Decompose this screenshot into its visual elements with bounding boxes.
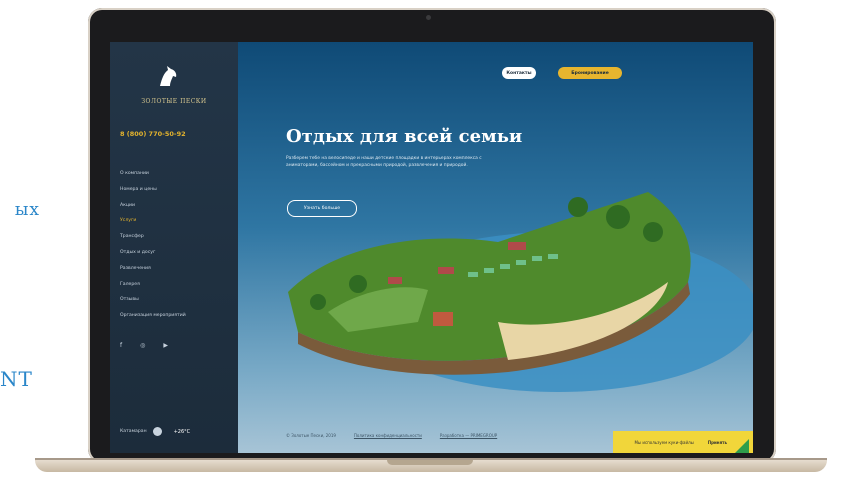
laptop-base — [35, 460, 827, 472]
hero-description: Разберем тебе на велосипеде и наши детск… — [286, 156, 482, 168]
nav-item-gallery[interactable]: Галерея — [120, 282, 186, 299]
corner-decoration — [735, 439, 749, 453]
nav-item-about[interactable]: О компании — [120, 171, 186, 188]
brand-name: ЗОЛОТЫЕ ПЕСКИ — [141, 98, 207, 105]
nav-item-events[interactable]: Организация мероприятий — [120, 313, 186, 330]
background-text-fragment: ых — [14, 200, 40, 220]
sidebar-nav: О компании Номера и цены Акции Услуги Тр… — [120, 171, 186, 330]
hero-section: Контакты Бронирование Отдых для всей сем… — [238, 42, 753, 453]
cookie-text: Мы используем куки-файлы — [634, 439, 694, 445]
nav-item-reviews[interactable]: Отзывы — [120, 298, 186, 314]
booking-button[interactable]: Бронирование — [558, 67, 622, 79]
laptop-screen: ЗОЛОТЫЕ ПЕСКИ 8 (800) 770-50-92 О компан… — [110, 42, 753, 453]
laptop-lid: ЗОЛОТЫЕ ПЕСКИ 8 (800) 770-50-92 О компан… — [88, 8, 776, 463]
developer-link[interactable]: Разработка — PRIMEGROUP — [440, 433, 497, 438]
youtube-icon[interactable]: ▶ — [163, 342, 168, 349]
background-text-fragment: NT — [0, 367, 33, 391]
cookie-banner: Мы используем куки-файлы Принять — [613, 431, 753, 453]
horse-logo-icon — [160, 66, 177, 86]
instagram-icon[interactable]: ◎ — [140, 342, 145, 349]
nav-item-leisure[interactable]: Отдых и досуг — [120, 250, 186, 267]
weather-label: Катамаран — [120, 429, 147, 434]
nav-item-rooms[interactable]: Номера и цены — [120, 187, 186, 204]
laptop-notch — [387, 460, 473, 465]
camera-icon — [426, 15, 431, 20]
copyright-text: © Золотые Пески, 2019 — [286, 433, 336, 438]
temperature: +26°C — [173, 428, 191, 435]
phone-number[interactable]: 8 (800) 770-50-92 — [120, 130, 186, 138]
cloud-icon — [152, 427, 162, 436]
facebook-icon[interactable]: f — [120, 342, 122, 349]
sidebar: ЗОЛОТЫЕ ПЕСКИ 8 (800) 770-50-92 О компан… — [110, 42, 239, 453]
hero-title: Отдых для всей семьи — [286, 126, 523, 148]
learn-more-button[interactable]: Узнать больше — [287, 200, 357, 217]
nav-item-entertainment[interactable]: Развлечения — [120, 266, 186, 283]
weather-widget: Катамаран +26°C — [120, 427, 190, 436]
privacy-link[interactable]: Политика конфиденциальности — [354, 433, 422, 438]
social-links: f ◎ ▶ — [120, 342, 168, 349]
nav-item-transfer[interactable]: Трансфер — [120, 234, 186, 251]
nav-item-services[interactable]: Услуги — [120, 219, 186, 235]
cookie-accept-button[interactable]: Принять — [708, 440, 727, 445]
contacts-button[interactable]: Контакты — [502, 67, 536, 79]
